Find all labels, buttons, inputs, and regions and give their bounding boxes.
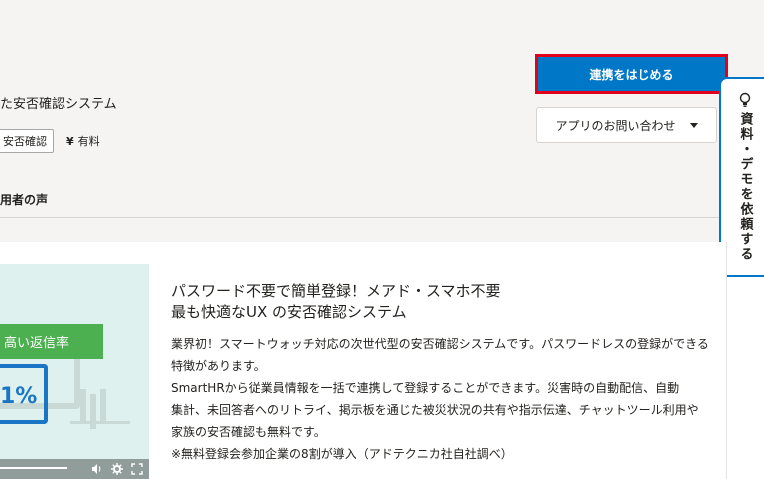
books-illustration [80, 389, 86, 424]
app-inquiry-dropdown[interactable]: アプリのお問い合わせ [536, 107, 717, 143]
description-line: ※無料登録会参加企業の8割が導入（アドテクニカ社自社調べ） [171, 447, 513, 461]
gear-icon[interactable] [111, 463, 123, 475]
card-title-line: 最も快適なUX の安否確認システム [171, 303, 407, 321]
description-line: 業界初！スマートウォッチ対応の次世代型の安否確認システムです。パスワードレスの登… [171, 337, 709, 351]
card-title-line: パスワード不要で簡単登録！メアド・スマホ不要 [171, 282, 501, 300]
category-tag[interactable]: 安否確認 [0, 129, 54, 153]
lightbulb-icon [739, 92, 751, 107]
chevron-down-icon [689, 122, 698, 128]
description-line: 家族の安否確認も無料です。 [171, 425, 326, 439]
yen-icon: ¥ [66, 134, 74, 148]
price-text: 有料 [77, 135, 100, 148]
app-subtitle: た安否確認システム [0, 97, 117, 112]
video-controls [0, 459, 149, 479]
inquiry-label: アプリのお問い合わせ [555, 118, 676, 133]
volume-icon[interactable] [91, 463, 103, 475]
card-title: パスワード不要で簡単登録！メアド・スマホ不要 最も快適なUX の安否確認システム [171, 281, 501, 323]
video-progress-bar[interactable] [0, 467, 67, 469]
card-description: 業界初！スマートウォッチ対応の次世代型の安否確認システムです。パスワードレスの登… [171, 333, 716, 465]
shelf-illustration [70, 374, 130, 424]
start-integration-button[interactable]: 連携をはじめる [535, 54, 728, 94]
video-percentage: 1% [0, 384, 38, 409]
tab-user-reviews[interactable]: 用者の声 [0, 191, 48, 208]
price-label: ¥ 有料 [66, 133, 100, 149]
tag-row: 安否確認 ¥ 有料 [0, 129, 100, 153]
side-tab-label: 資料・デモを依頼する [737, 112, 753, 262]
promo-video[interactable]: 高い返信率 1% [0, 264, 149, 479]
description-line: SmartHRから従業員情報を一括で連携して登録することができます。災害時の自動… [171, 381, 680, 395]
tab-divider [0, 217, 720, 218]
description-line: 特徴があります。 [171, 359, 266, 373]
video-banner: 高い返信率 [0, 324, 103, 359]
fullscreen-icon[interactable] [131, 463, 143, 475]
description-line: 集計、未回答者へのリトライ、掲示板を通じた被災状況の共有や指示伝達、チャットツー… [171, 403, 699, 417]
